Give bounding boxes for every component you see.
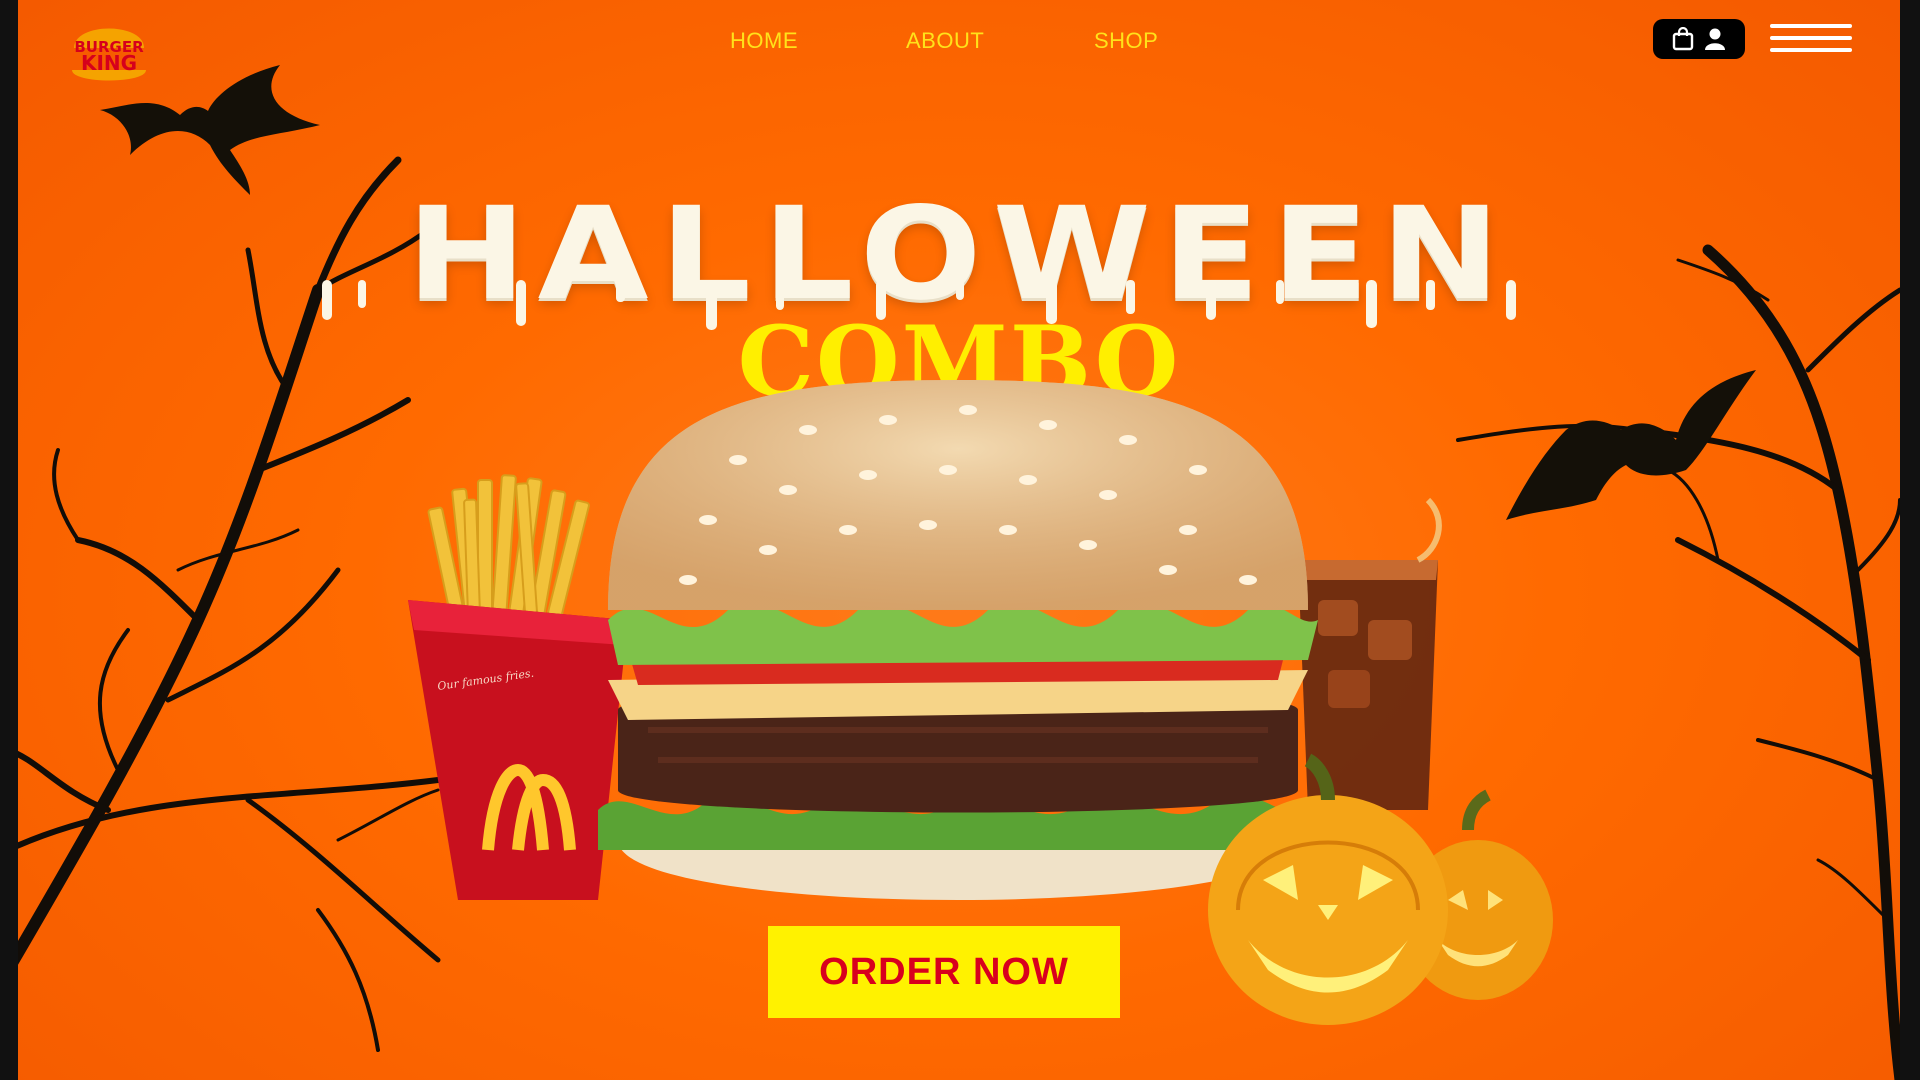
landing-page: BURGER KING HOME ABOUT SHOP HALLOWEEN CO…: [18, 0, 1900, 1080]
main-nav: HOME ABOUT SHOP: [18, 28, 1900, 56]
nav-home[interactable]: HOME: [730, 28, 798, 54]
hamburger-menu-icon[interactable]: [1770, 24, 1852, 54]
order-now-button[interactable]: ORDER NOW: [768, 926, 1120, 1018]
shopping-bag-icon[interactable]: [1672, 27, 1694, 51]
nav-shop[interactable]: SHOP: [1094, 28, 1158, 54]
nav-about[interactable]: ABOUT: [906, 28, 984, 54]
user-icon[interactable]: [1704, 27, 1726, 51]
cart-account-pill[interactable]: [1653, 19, 1745, 59]
jack-o-lantern-image: [1208, 753, 1553, 1025]
